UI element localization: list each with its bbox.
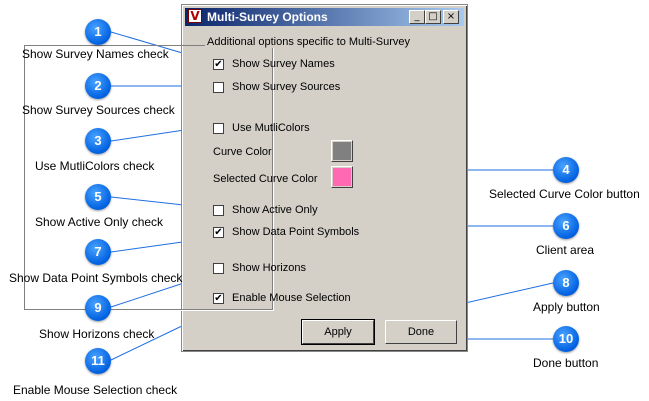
callout-badge-5: 5	[85, 184, 111, 210]
callout-badge-10: 10	[553, 326, 579, 352]
checkbox-label: Use MutliColors	[232, 122, 310, 134]
curve-color-label: Curve Color	[213, 146, 272, 158]
app-icon: V	[188, 9, 202, 23]
callout-caption-3: Use MutliColors check	[35, 159, 155, 173]
callout-badge-8: 8	[553, 270, 579, 296]
checkbox-label: Show Survey Sources	[232, 81, 341, 93]
callout-caption-11: Enable Mouse Selection check	[13, 383, 178, 397]
apply-button[interactable]: Apply	[301, 319, 375, 345]
checkbox-box[interactable]: ✔	[213, 226, 224, 238]
callout-caption-1: Show Survey Names check	[22, 47, 169, 61]
callout-badge-6: 6	[553, 213, 579, 239]
checkbox-box[interactable]	[213, 204, 224, 216]
selected-curve-color-button[interactable]	[331, 166, 353, 188]
show-data-point-symbols-checkbox[interactable]: ✔ Show Data Point Symbols	[213, 225, 359, 239]
checkbox-box[interactable]	[213, 262, 224, 274]
callout-badge-9: 9	[85, 295, 111, 321]
callout-caption-2: Show Survey Sources check	[22, 103, 175, 117]
checkbox-label: Show Active Only	[232, 204, 318, 216]
callout-caption-9: Show Horizons check	[39, 327, 155, 341]
window-title: Multi-Survey Options	[207, 10, 328, 24]
curve-color-button[interactable]	[331, 140, 353, 162]
checkbox-box[interactable]: ✔	[213, 292, 224, 304]
callout-caption-4: Selected Curve Color button	[489, 187, 640, 201]
callout-caption-6: Client area	[536, 243, 595, 257]
use-multicolors-checkbox[interactable]: Use MutliColors	[213, 121, 310, 135]
show-active-only-checkbox[interactable]: Show Active Only	[213, 203, 318, 217]
show-survey-sources-checkbox[interactable]: Show Survey Sources	[213, 80, 340, 94]
checkbox-box[interactable]	[213, 122, 224, 134]
minimize-button[interactable]: _	[409, 10, 425, 24]
callout-badge-7: 7	[85, 239, 111, 265]
callout-caption-8: Apply button	[533, 300, 600, 314]
show-horizons-checkbox[interactable]: Show Horizons	[213, 261, 306, 275]
checkbox-box[interactable]: ✔	[213, 58, 224, 70]
callout-badge-1: 1	[85, 19, 111, 45]
checkbox-label: Show Data Point Symbols	[232, 226, 360, 238]
show-survey-names-checkbox[interactable]: ✔ Show Survey Names	[213, 57, 335, 71]
close-button[interactable]: ×	[443, 10, 459, 24]
callout-badge-4: 4	[553, 157, 579, 183]
selected-curve-color-swatch	[333, 168, 351, 186]
callout-caption-5: Show Active Only check	[35, 215, 164, 229]
callout-caption-7: Show Data Point Symbols check	[9, 271, 183, 285]
maximize-button[interactable]: □	[425, 10, 441, 24]
selected-curve-color-label: Selected Curve Color	[213, 173, 318, 185]
checkbox-label: Show Survey Names	[232, 58, 335, 70]
done-button[interactable]: Done	[385, 320, 457, 344]
callout-badge-3: 3	[85, 128, 111, 154]
title-bar[interactable]: V Multi-Survey Options _ □ ×	[185, 8, 464, 26]
checkbox-box[interactable]	[213, 81, 224, 93]
callout-badge-2: 2	[85, 73, 111, 99]
checkbox-label: Show Horizons	[232, 262, 306, 274]
curve-color-swatch	[333, 142, 351, 160]
callout-badge-11: 11	[85, 348, 111, 374]
group-label: Additional options specific to Multi-Sur…	[205, 36, 412, 48]
enable-mouse-selection-checkbox[interactable]: ✔ Enable Mouse Selection	[213, 291, 351, 305]
callout-caption-10: Done button	[533, 356, 599, 370]
checkbox-label: Enable Mouse Selection	[232, 292, 351, 304]
